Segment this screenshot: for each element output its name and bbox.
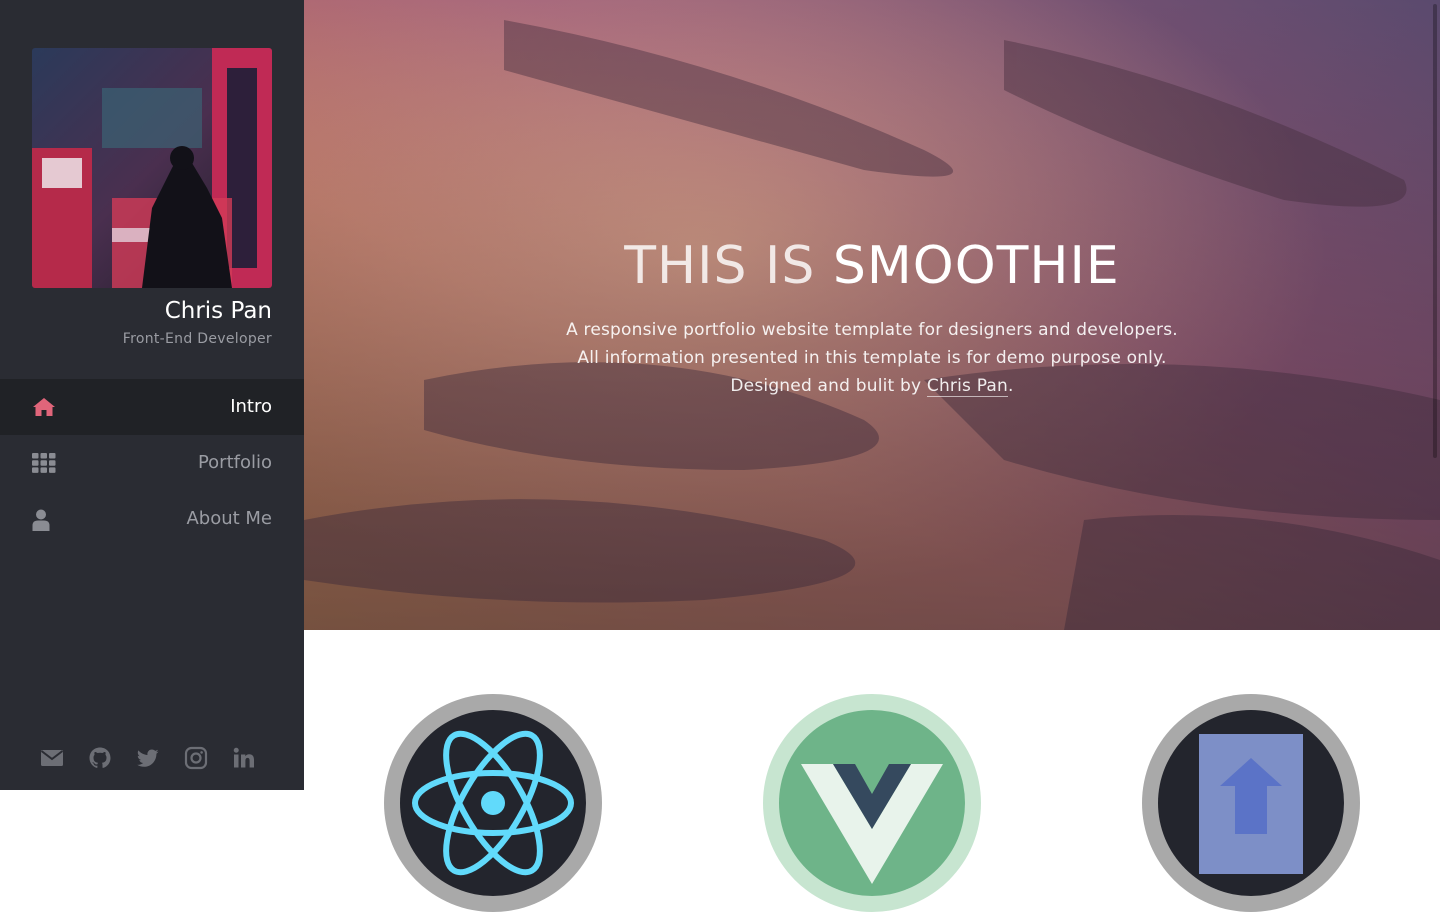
nav-item-intro[interactable]: Intro (0, 379, 304, 435)
github-icon[interactable] (88, 746, 112, 770)
linkedin-icon[interactable] (232, 746, 256, 770)
hero-line-prefix: Designed and bulit by (730, 376, 922, 396)
profile-role: Front-End Developer (122, 331, 272, 347)
twitter-icon[interactable] (136, 746, 160, 770)
nav-label: Intro (230, 396, 272, 417)
nav-label: About Me (186, 508, 272, 529)
skills-section (304, 630, 1440, 912)
hero-line-suffix: . (1007, 376, 1014, 396)
hero-banner: THIS IS SMOOTHIE A responsive portfolio … (304, 0, 1440, 630)
scrollbar-thumb[interactable] (1433, 4, 1437, 458)
social-links (40, 746, 256, 770)
user-icon (32, 509, 56, 531)
hero-description: A responsive portfolio website template … (304, 316, 1440, 400)
react-logo (384, 694, 602, 912)
nav-label: Portfolio (197, 452, 272, 473)
storybook-logo (1142, 694, 1360, 912)
sidebar-nav: Intro Portfolio About Me (0, 379, 304, 547)
avatar (32, 48, 272, 288)
home-icon (32, 397, 56, 417)
email-icon[interactable] (40, 746, 64, 770)
grid-icon (32, 453, 56, 473)
sunset-sky-background (304, 0, 1440, 630)
hero-title-bold: SMOOTHIE (832, 236, 1120, 296)
profile-name: Chris Pan (164, 298, 272, 324)
nav-item-portfolio[interactable]: Portfolio (0, 435, 304, 491)
hero-title: THIS IS SMOOTHIE (304, 236, 1440, 296)
hero-line: A responsive portfolio website template … (566, 320, 1178, 340)
hero-line: Designed and bulit by Chris Pan. (304, 372, 1440, 400)
author-link[interactable]: Chris Pan (926, 376, 1008, 397)
sidebar: Chris Pan Front-End Developer Intro Port… (0, 0, 304, 790)
nav-item-about-me[interactable]: About Me (0, 491, 304, 547)
hero-title-light: THIS IS (624, 236, 816, 296)
instagram-icon[interactable] (184, 746, 208, 770)
hero-line: All information presented in this templa… (577, 348, 1167, 368)
vue-logo (763, 694, 981, 912)
